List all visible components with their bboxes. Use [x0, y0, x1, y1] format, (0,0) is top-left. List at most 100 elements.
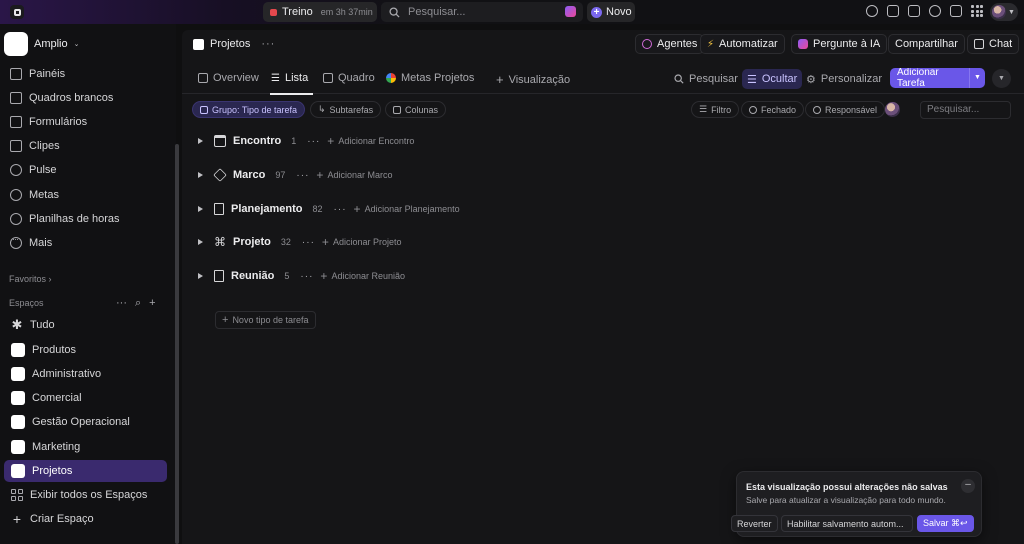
space-item-marketing[interactable]: Marketing [4, 436, 167, 458]
group-by-chip[interactable]: Grupo: Tipo de tarefa [192, 101, 306, 118]
subtasks-chip[interactable]: ↳ Subtarefas [310, 101, 382, 118]
spaces-section-label: Espaços [9, 298, 44, 308]
more-icon[interactable]: ··· [334, 204, 347, 215]
task-group-encontro[interactable]: Encontro 1 ··· + Adicionar Encontro [198, 131, 414, 151]
space-item-produtos[interactable]: Produtos [4, 339, 167, 361]
collapse-button[interactable]: ▼ [992, 69, 1011, 88]
global-search-input[interactable]: Pesquisar... [381, 2, 583, 22]
expand-arrow-icon[interactable] [198, 172, 203, 178]
new-button[interactable]: + Novo [587, 2, 635, 22]
agents-button[interactable]: Agentes [635, 34, 705, 54]
add-task-button[interactable]: Adicionar Tarefa ▼ [890, 68, 985, 88]
timer-button[interactable]: Treino em 3h 37min [263, 2, 377, 22]
active-tab-indicator [270, 93, 313, 95]
add-task-in-group[interactable]: + Adicionar Projeto [322, 235, 402, 249]
more-icon[interactable]: ··· [300, 271, 313, 282]
breadcrumb[interactable]: Projetos ··· [193, 38, 275, 50]
new-task-type-button[interactable]: + Novo tipo de tarefa [215, 311, 316, 329]
more-icon [10, 234, 22, 249]
plus-icon: + [320, 269, 328, 283]
notepad-icon[interactable] [887, 5, 899, 17]
space-item-comercial[interactable]: Comercial [4, 387, 167, 409]
tab-quadro[interactable]: Quadro [323, 72, 375, 84]
columns-chip[interactable]: Colunas [385, 101, 447, 118]
hide-tool[interactable]: ☰ Ocultar [742, 69, 803, 89]
tab-overview[interactable]: Overview [198, 72, 259, 84]
customize-tool[interactable]: ⚙ Personalizar [801, 69, 887, 89]
check-circle-icon[interactable] [866, 5, 878, 17]
ask-ai-button[interactable]: Pergunte à IA [791, 34, 888, 54]
group-by-label: Grupo: Tipo de tarefa [212, 104, 298, 115]
create-space[interactable]: + Criar Espaço [4, 508, 167, 530]
enable-autosave-button[interactable]: Habilitar salvamento autom... [781, 515, 913, 532]
automate-button[interactable]: ⚡ Automatizar [700, 34, 785, 54]
ai-sparkle-icon[interactable] [565, 6, 576, 17]
space-label: Marketing [32, 441, 81, 453]
spaces-more-icon[interactable]: ··· [116, 297, 127, 310]
closed-chip[interactable]: Fechado [741, 101, 805, 118]
minimize-icon[interactable]: – [961, 479, 975, 493]
user-menu[interactable]: ▼ [990, 3, 1018, 21]
task-group-reuniao[interactable]: Reunião 5 ··· + Adicionar Reunião [198, 266, 405, 286]
sidebar-item-forms[interactable]: Formulários [10, 116, 87, 128]
app-logo-icon[interactable] [10, 5, 24, 19]
add-task-in-group[interactable]: + Adicionar Encontro [327, 134, 414, 148]
space-avatar [11, 367, 25, 381]
task-group-projeto[interactable]: ⌘ Projeto 32 ··· + Adicionar Projeto [198, 232, 401, 252]
space-item-projetos[interactable]: Projetos [4, 460, 167, 482]
tab-lista[interactable]: ☰ Lista [271, 72, 308, 84]
show-all-spaces[interactable]: Exibir todos os Espaços [4, 484, 167, 506]
chevron-down-icon[interactable]: ▼ [969, 68, 985, 88]
expand-arrow-icon[interactable] [198, 206, 203, 212]
space-item-gestao-operacional[interactable]: Gestão Operacional [4, 411, 167, 433]
sidebar-item-dashboards[interactable]: Painéis [10, 68, 65, 80]
add-task-in-group[interactable]: + Adicionar Reunião [320, 269, 405, 283]
google-icon [386, 73, 396, 83]
video-icon[interactable] [908, 5, 920, 17]
chat-button[interactable]: Chat [967, 34, 1020, 54]
space-label: Comercial [32, 392, 82, 404]
space-label: Exibir todos os Espaços [30, 489, 148, 501]
tab-add-view[interactable]: + Visualização [496, 72, 570, 87]
expand-arrow-icon[interactable] [198, 239, 203, 245]
assignee-chip[interactable]: Responsável [805, 101, 886, 118]
timer-elapsed: em 3h 37min [320, 7, 373, 17]
task-search-input[interactable]: Pesquisar... [920, 101, 1011, 119]
sidebar-item-whiteboards[interactable]: Quadros brancos [10, 92, 113, 104]
save-button[interactable]: Salvar ⌘↩ [917, 515, 974, 532]
revert-button[interactable]: Reverter [731, 515, 778, 532]
expand-arrow-icon[interactable] [198, 138, 203, 144]
task-group-marco[interactable]: Marco 97 ··· + Adicionar Marco [198, 165, 392, 185]
search-tool[interactable]: Pesquisar [669, 69, 743, 89]
more-icon[interactable]: ··· [261, 38, 275, 50]
sidebar-scrollbar[interactable] [175, 144, 179, 544]
workspace-switcher[interactable]: Amplio ⌄ [4, 32, 80, 56]
more-icon[interactable]: ··· [302, 237, 315, 248]
more-icon[interactable]: ··· [296, 170, 309, 181]
sidebar-item-pulse[interactable]: Pulse [10, 164, 57, 176]
sidebar-item-goals[interactable]: Metas [10, 189, 59, 201]
apps-grid-icon[interactable] [971, 5, 983, 17]
filter-chip[interactable]: ☰ Filtro [691, 101, 740, 118]
share-button[interactable]: Compartilhar [888, 34, 965, 54]
document-icon[interactable] [950, 5, 962, 17]
alarm-clock-icon[interactable] [929, 5, 941, 17]
add-task-in-group[interactable]: + Adicionar Planejamento [354, 202, 460, 216]
task-group-planejamento[interactable]: Planejamento 82 ··· + Adicionar Planejame… [198, 199, 460, 219]
sidebar-item-clips[interactable]: Clipes [10, 140, 60, 152]
search-icon[interactable]: ⌕ [135, 297, 141, 310]
favorites-label: Favoritos [9, 274, 47, 284]
space-item-administrativo[interactable]: Administrativo [4, 363, 167, 385]
dashboard-icon [10, 68, 22, 80]
add-task-in-group[interactable]: + Adicionar Marco [316, 168, 392, 182]
sidebar-item-more[interactable]: Mais [10, 234, 52, 249]
avatar[interactable] [885, 102, 900, 117]
gear-icon: ⚙ [806, 73, 816, 86]
more-icon[interactable]: ··· [307, 136, 320, 147]
add-space-icon[interactable]: + [149, 297, 155, 310]
tab-metas-projetos[interactable]: Metas Projetos [386, 72, 474, 84]
favorites-section[interactable]: Favoritos › [9, 274, 52, 284]
sidebar-item-timesheets[interactable]: Planilhas de horas [10, 213, 120, 225]
space-item-all[interactable]: ✱ Tudo [4, 314, 167, 336]
expand-arrow-icon[interactable] [198, 273, 203, 279]
